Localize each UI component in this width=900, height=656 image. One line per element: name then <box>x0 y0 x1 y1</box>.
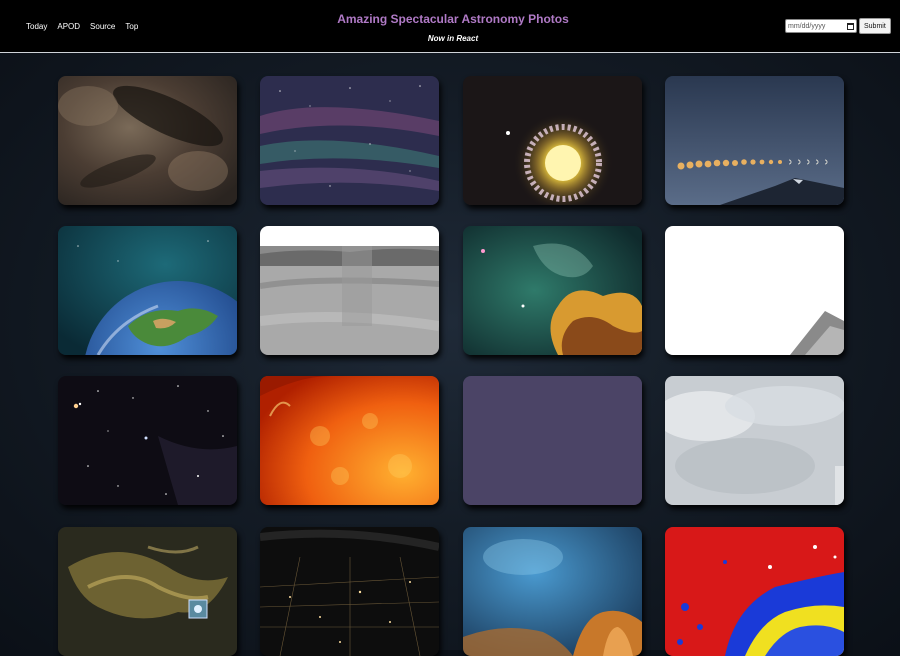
date-form: mm/dd/yyyy Submit <box>785 18 891 34</box>
dark-nebula-image <box>58 76 237 205</box>
photo-card-earth[interactable] <box>58 226 237 355</box>
star-field-image <box>58 376 237 505</box>
photo-card-milky-way-airglow[interactable] <box>260 76 439 205</box>
blank-white-image <box>665 226 844 355</box>
date-input[interactable]: mm/dd/yyyy <box>785 19 857 33</box>
false-color-map-image <box>665 527 844 656</box>
photo-card-purple-placeholder[interactable] <box>463 376 642 505</box>
photo-card-ring-galaxy[interactable] <box>463 76 642 205</box>
page-title: Amazing Spectacular Astronomy Photos <box>337 12 569 26</box>
planetary-nebula-image <box>58 527 237 656</box>
cloudy-sky-image <box>665 376 844 505</box>
submit-button[interactable]: Submit <box>859 18 891 34</box>
planet-surface-image <box>260 226 439 355</box>
airglow-image <box>260 76 439 205</box>
photo-card-colorful-nebula[interactable] <box>463 226 642 355</box>
purple-placeholder-image <box>463 376 642 505</box>
photo-card-cloudy-sky[interactable] <box>665 376 844 505</box>
photo-card-dark-nebula[interactable] <box>58 76 237 205</box>
moon-phases-image <box>665 76 844 205</box>
ring-galaxy-image <box>463 76 642 205</box>
photo-card-sun-surface[interactable] <box>260 376 439 505</box>
photo-card-moon-phases[interactable] <box>665 76 844 205</box>
city-lights-image <box>260 527 439 656</box>
photo-card-star-field[interactable] <box>58 376 237 505</box>
photo-card-blank-white[interactable] <box>665 226 844 355</box>
earth-image <box>58 226 237 355</box>
photo-card-planetary-nebula[interactable] <box>58 527 237 656</box>
top-header: Today APOD Source Top Amazing Spectacula… <box>0 0 900 53</box>
page-subtitle: Now in React <box>427 34 479 43</box>
photo-card-false-color-map[interactable] <box>665 527 844 656</box>
sun-surface-image <box>260 376 439 505</box>
blue-orange-nebula-image <box>463 527 642 656</box>
date-placeholder: mm/dd/yyyy <box>788 22 826 30</box>
colorful-nebula-image <box>463 226 642 355</box>
photo-card-city-lights[interactable] <box>260 527 439 656</box>
calendar-icon[interactable] <box>847 22 854 30</box>
photo-card-blue-orange-nebula[interactable] <box>463 527 642 656</box>
photo-card-planet-surface[interactable] <box>260 226 439 355</box>
